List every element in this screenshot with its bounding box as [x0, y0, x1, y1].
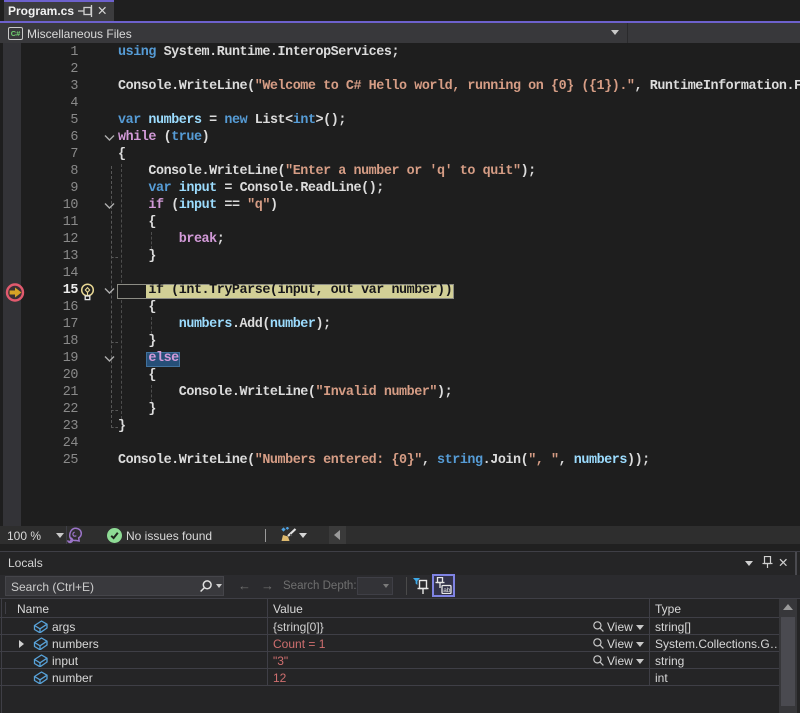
svg-text:ab: ab [443, 587, 451, 594]
